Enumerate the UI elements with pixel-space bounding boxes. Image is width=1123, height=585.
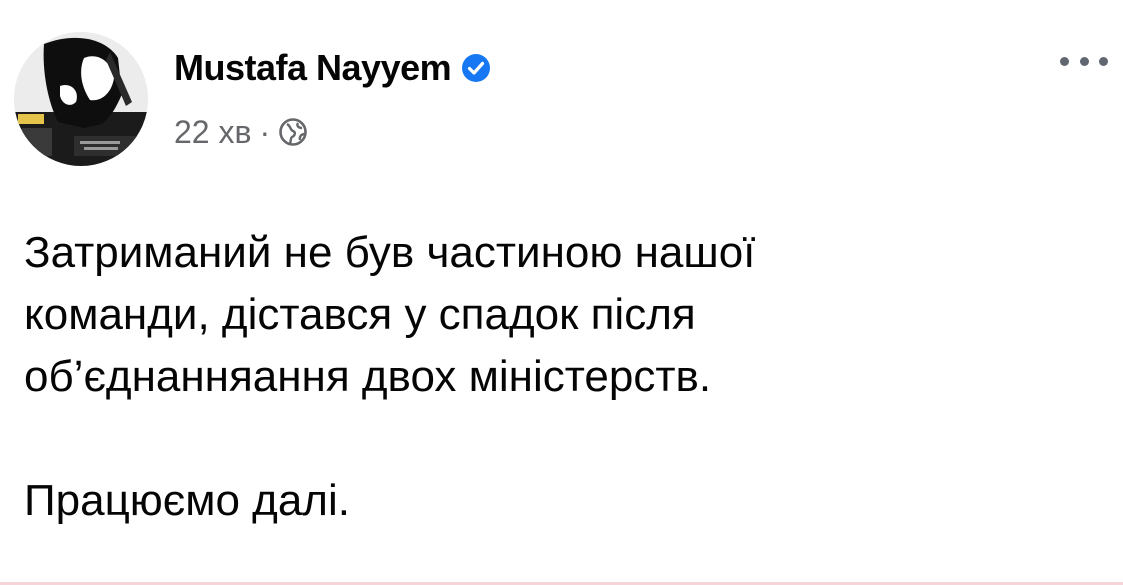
post-timestamp[interactable]: 22 хв — [174, 114, 251, 151]
more-options-button[interactable] — [1060, 46, 1108, 76]
post-text-line: об’єднанняання двох міністерств. — [24, 352, 712, 401]
globe-icon[interactable] — [278, 117, 308, 147]
verified-badge-icon — [461, 53, 491, 83]
meta-separator: · — [259, 113, 271, 150]
facebook-post: Mustafa Nayyem 22 хв · Затриманий не був… — [0, 0, 1123, 585]
post-body: Затриманий не був частиною нашої команди… — [24, 222, 1104, 532]
post-closing-line: Працюємо далі. — [24, 476, 350, 525]
avatar[interactable] — [14, 32, 148, 166]
author-name[interactable]: Mustafa Nayyem — [174, 47, 452, 89]
avatar-image — [14, 32, 148, 166]
more-options-icon — [1060, 56, 1069, 66]
post-meta: 22 хв · — [174, 110, 308, 154]
post-author: Mustafa Nayyem — [174, 44, 491, 92]
post-text-line: Затриманий не був частиною нашої — [24, 228, 756, 277]
post-text-line: команди, дістався у спадок після — [24, 290, 696, 339]
